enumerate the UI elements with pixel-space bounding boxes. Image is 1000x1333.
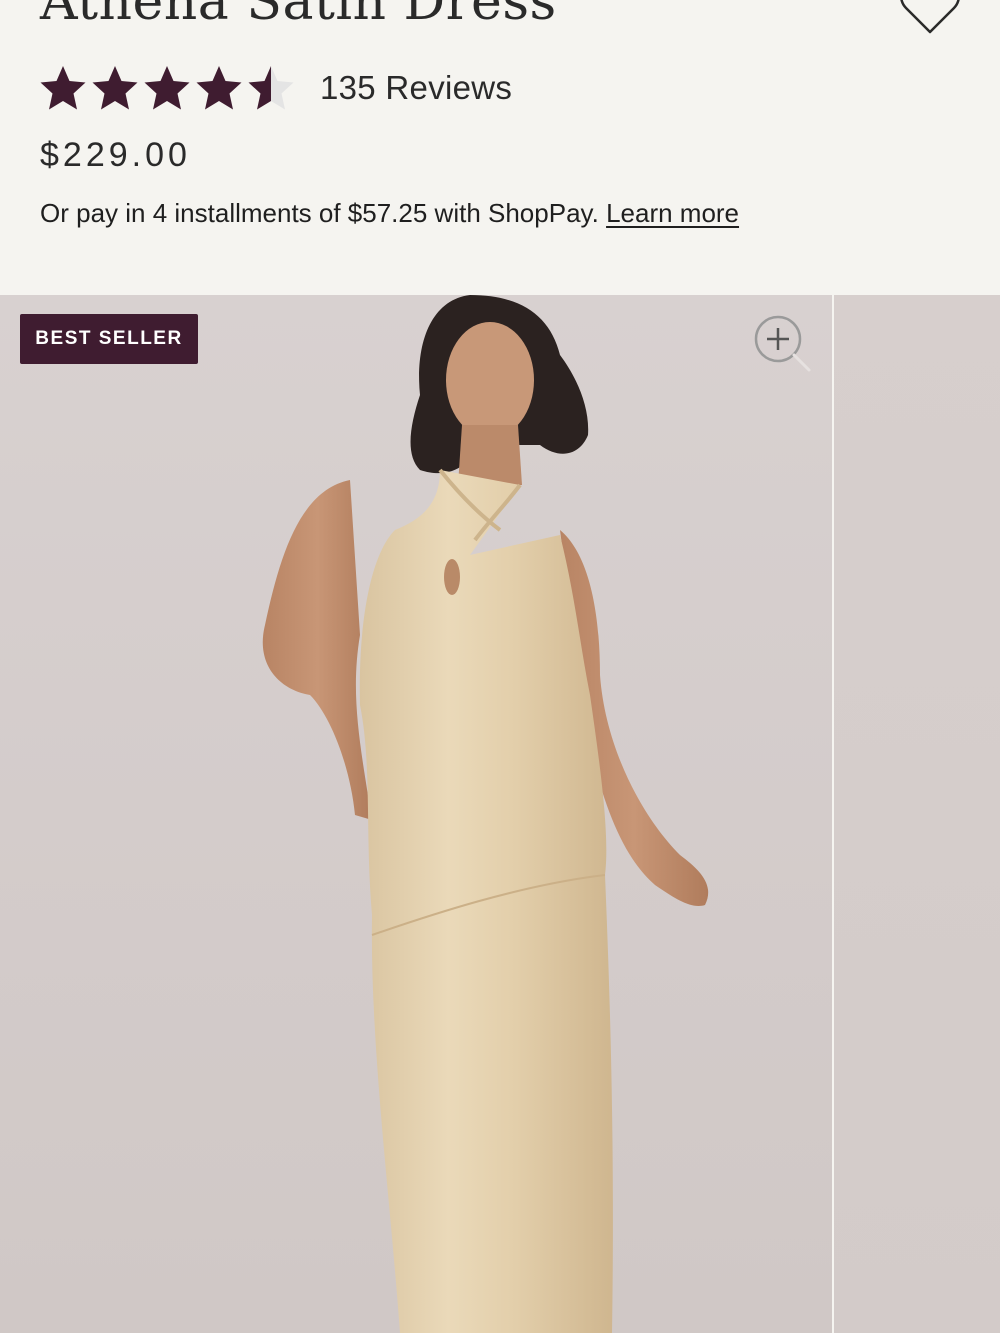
installments-text: Or pay in 4 installments of $57.25 with … (40, 198, 599, 228)
star-full-icon (92, 66, 138, 110)
product-image (262, 295, 709, 1333)
star-full-icon (40, 66, 86, 110)
star-full-icon (144, 66, 190, 110)
heart-outline-icon[interactable] (898, 0, 962, 36)
installments-note: Or pay in 4 installments of $57.25 with … (40, 198, 739, 229)
gallery-slide-next[interactable] (834, 295, 1000, 1333)
product-page: Athena Satin Dress 135 Reviews $229.00 O… (0, 0, 1000, 1333)
learn-more-link[interactable]: Learn more (606, 198, 739, 228)
product-price: $229.00 (40, 136, 191, 174)
star-half-icon (248, 66, 294, 110)
gallery-slide-main[interactable]: BEST SELLER (0, 295, 832, 1333)
star-rating (38, 63, 298, 113)
product-title: Athena Satin Dress (40, 0, 557, 32)
best-seller-badge: BEST SELLER (20, 314, 198, 364)
product-gallery[interactable]: BEST SELLER (0, 295, 1000, 1333)
zoom-in-icon[interactable] (752, 315, 814, 375)
review-count-link[interactable]: 135 Reviews (320, 69, 512, 107)
product-rating[interactable]: 135 Reviews (38, 62, 512, 114)
star-full-icon (196, 66, 242, 110)
